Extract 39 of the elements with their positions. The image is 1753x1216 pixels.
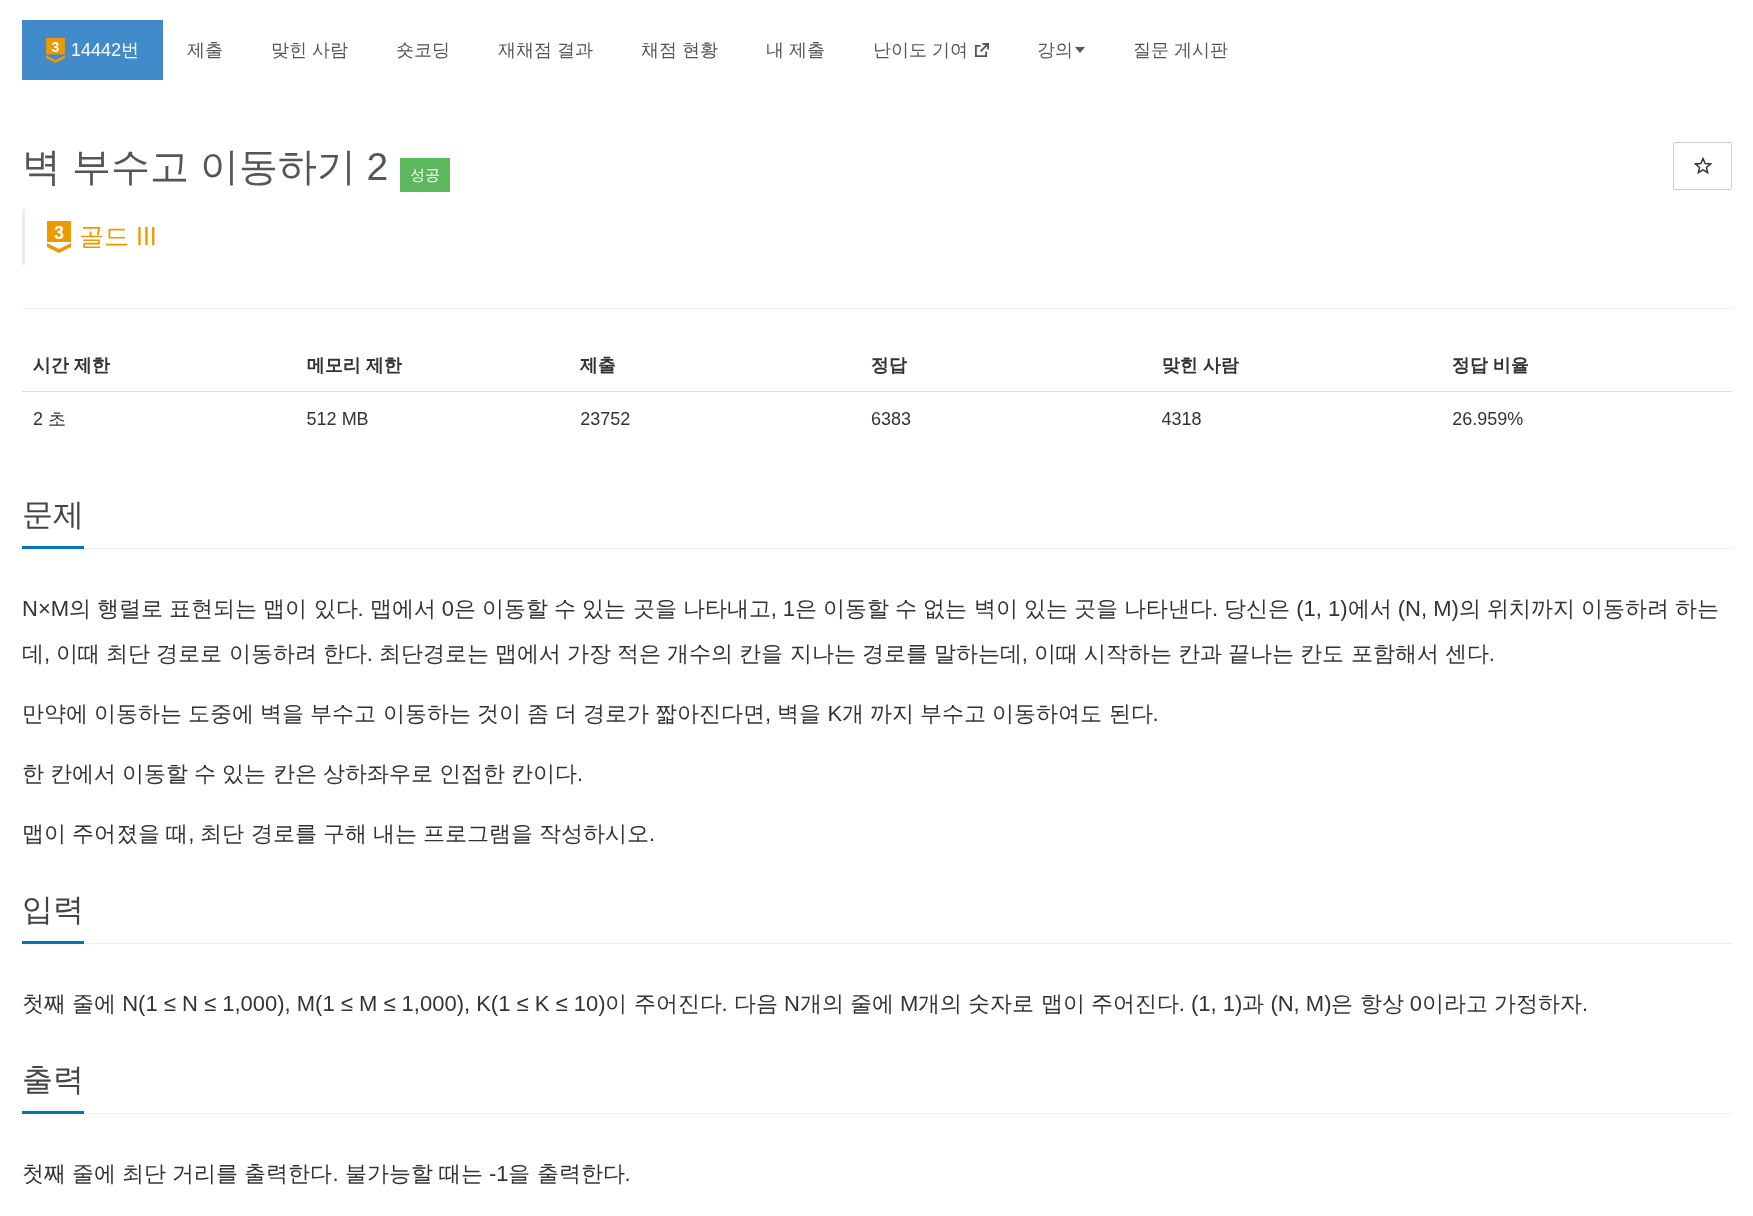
nav-tab[interactable]: 질문 게시판 (1109, 20, 1253, 80)
favorite-button[interactable] (1673, 142, 1732, 190)
table-cell: 4318 (1150, 391, 1442, 446)
column-header: 정답 비율 (1441, 339, 1732, 392)
column-header: 맞힌 사람 (1150, 339, 1442, 392)
nav-tab[interactable]: 내 제출 (742, 20, 850, 80)
column-header: 제출 (569, 339, 860, 392)
column-header: 정답 (859, 339, 1151, 392)
section-heading: 입력 (22, 890, 84, 944)
section-heading: 문제 (22, 495, 84, 549)
paragraph: 맵이 주어졌을 때, 최단 경로를 구해 내는 프로그램을 작성하시오. (22, 820, 657, 848)
result-badge: 성공 (400, 158, 451, 192)
external-link-icon (974, 42, 990, 58)
column-header: 메모리 제한 (295, 339, 570, 392)
nav-tab[interactable]: 3 14442번 (22, 20, 164, 80)
nav-tab[interactable]: 제출 (163, 20, 248, 80)
paragraph: 첫째 줄에 N(1 ≤ N ≤ 1,000), M(1 ≤ M ≤ 1,000), K(1 ≤ K ≤ 10)이 주어진다. 다음 N개의 줄에 M개의 숫자로 맵이 주어진다. (1, 1)과 (N, M)은 항상 0이라고 가정하자. (22, 990, 1590, 1018)
paragraph: 만약에 이동하는 도중에 벽을 부수고 이동하는 것이 좀 더 경로가 짧아진다면, 벽을 K개 까지 부수고 이동하여도 된다. (22, 700, 1160, 728)
paragraph: 한 칸에서 이동할 수 있는 칸은 상하좌우로 인접한 칸이다. (22, 760, 584, 788)
nav-tab[interactable]: 재채점 결과 (474, 20, 618, 80)
table-cell: 26.959% (1441, 391, 1732, 446)
nav-tab[interactable]: 채점 현황 (617, 20, 743, 80)
nav-tab[interactable]: 난이도 기여 (849, 20, 1014, 80)
column-header: 시간 제한 (22, 339, 296, 392)
paragraph: 첫째 줄에 최단 거리를 출력한다. 불가능할 때는 -1을 출력한다. (22, 1160, 632, 1188)
section-heading: 출력 (22, 1060, 84, 1114)
tier-emblem: 3 (47, 221, 71, 253)
tier-label: 골드 III (79, 221, 157, 253)
table-cell: 23752 (569, 391, 860, 446)
table-cell: 512 MB (295, 391, 570, 446)
nav-tab[interactable]: 맞힌 사람 (247, 20, 373, 80)
table-cell: 6383 (859, 391, 1151, 446)
nav-tab[interactable]: 숏코딩 (372, 20, 475, 80)
caret-icon (1075, 47, 1086, 53)
paragraph: N×M의 행렬로 표현되는 맵이 있다. 맵에서 0은 이동할 수 있는 곳을 나타내고, 1은 이동할 수 없는 벽이 있는 곳을 나타낸다. 당신은 (1, 1)에서 (N, M)의 위치까지 이동하려 하는데, 이때 최단 경로로 이동하려 한다. 최단경로는 맵에서 가장 적은 개수의 칸을 지나는 경로를 말하는데, 이때 시작하는 칸과 끝나는 칸도 포함해서 센다. (22, 595, 1721, 668)
tier-emblem: 3 (46, 37, 65, 63)
table-cell: 2 초 (22, 391, 296, 446)
problem-title: 벽 부수고 이동하기 2 (22, 144, 389, 190)
nav-tab[interactable]: 강의 (1013, 20, 1110, 80)
